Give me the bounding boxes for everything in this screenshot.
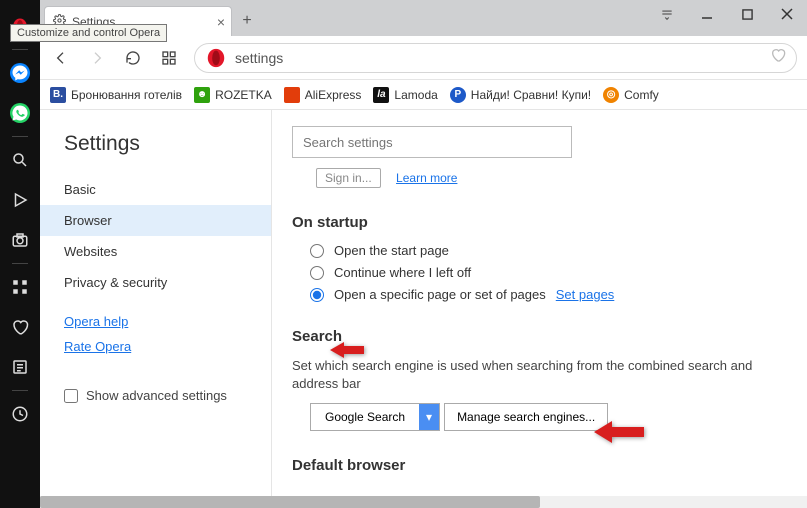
minimize-icon[interactable]	[687, 0, 727, 28]
annotation-arrow	[330, 340, 364, 365]
bookmark-item[interactable]: B.Бронювання готелів	[50, 87, 182, 103]
settings-content: Settings Basic Browser Websites Privacy …	[40, 110, 807, 496]
radio-continue[interactable]	[310, 266, 324, 280]
show-advanced-checkbox[interactable]	[64, 389, 78, 403]
sidebar-item-basic[interactable]: Basic	[40, 174, 271, 205]
bookmark-item[interactable]: ◎Comfy	[603, 87, 659, 103]
startup-heading: On startup	[292, 214, 787, 231]
section-default-browser: Default browser	[292, 457, 787, 474]
close-icon[interactable]: ×	[217, 14, 225, 30]
section-startup: On startup Open the start page Continue …	[292, 214, 787, 302]
horizontal-scrollbar[interactable]	[40, 496, 807, 508]
truncated-button[interactable]: Sign in...	[316, 168, 381, 188]
play-icon[interactable]	[0, 180, 40, 220]
address-input[interactable]	[235, 50, 762, 66]
settings-main: Sign in... Learn more On startup Open th…	[272, 110, 807, 496]
startup-option-specific[interactable]: Open a specific page or set of pages Set…	[310, 287, 787, 302]
search-settings-input[interactable]	[292, 126, 572, 158]
bookmark-item[interactable]: ☻ROZETKA	[194, 87, 272, 103]
annotation-arrow	[594, 420, 644, 449]
section-search: Search Set which search engine is used w…	[292, 328, 787, 431]
sidebar-item-browser[interactable]: Browser	[40, 205, 271, 236]
search-description: Set which search engine is used when sea…	[292, 357, 787, 393]
truncated-link[interactable]: Learn more	[396, 171, 457, 185]
page-title: Settings	[40, 128, 271, 174]
manage-search-engines-button[interactable]: Manage search engines...	[444, 403, 608, 431]
set-pages-link[interactable]: Set pages	[556, 287, 615, 302]
sidebar-item-websites[interactable]: Websites	[40, 236, 271, 267]
bookmark-heart-icon[interactable]	[770, 47, 786, 68]
speed-dial-button[interactable]	[158, 47, 180, 69]
history-icon[interactable]	[0, 394, 40, 434]
maximize-icon[interactable]	[727, 0, 767, 28]
startup-option-start-page[interactable]: Open the start page	[310, 243, 787, 258]
address-bar[interactable]	[194, 43, 797, 73]
opera-favicon-icon	[205, 47, 227, 69]
sidebar-item-privacy[interactable]: Privacy & security	[40, 267, 271, 298]
reload-button[interactable]	[122, 47, 144, 69]
heart-icon[interactable]	[0, 307, 40, 347]
window-close-icon[interactable]	[767, 0, 807, 28]
opera-menu-tooltip: Customize and control Opera	[10, 24, 167, 42]
new-tab-button[interactable]: +	[232, 6, 262, 36]
back-button[interactable]	[50, 47, 72, 69]
forward-button[interactable]	[86, 47, 108, 69]
default-browser-heading: Default browser	[292, 457, 787, 474]
bookmark-item[interactable]: PНайди! Сравни! Купи!	[450, 87, 591, 103]
show-advanced-label: Show advanced settings	[86, 388, 227, 403]
camera-icon[interactable]	[0, 220, 40, 260]
speed-dial-icon[interactable]	[0, 267, 40, 307]
startup-option-continue[interactable]: Continue where I left off	[310, 265, 787, 280]
rate-opera-link[interactable]: Rate Opera	[64, 339, 247, 354]
tabs-menu-icon[interactable]	[647, 0, 687, 28]
settings-sidebar: Settings Basic Browser Websites Privacy …	[40, 110, 272, 496]
bookmarks-bar: B.Бронювання готелів ☻ROZETKA AliExpress…	[40, 80, 807, 110]
whatsapp-icon[interactable]	[0, 93, 40, 133]
news-icon[interactable]	[0, 347, 40, 387]
bookmark-item[interactable]: laLamoda	[373, 87, 437, 103]
bookmark-item[interactable]: AliExpress	[284, 87, 362, 103]
search-icon[interactable]	[0, 140, 40, 180]
messenger-icon[interactable]	[0, 53, 40, 93]
scrollbar-thumb[interactable]	[40, 496, 540, 508]
window-controls	[647, 0, 807, 28]
address-bar-row	[40, 36, 807, 80]
opera-help-link[interactable]: Opera help	[64, 314, 247, 329]
left-rail	[0, 0, 40, 508]
search-engine-dropdown[interactable]: Google Search ▾	[310, 403, 440, 431]
radio-start-page[interactable]	[310, 244, 324, 258]
chevron-down-icon: ▾	[419, 404, 439, 430]
radio-specific-page[interactable]	[310, 288, 324, 302]
search-engine-selected: Google Search	[311, 410, 419, 424]
